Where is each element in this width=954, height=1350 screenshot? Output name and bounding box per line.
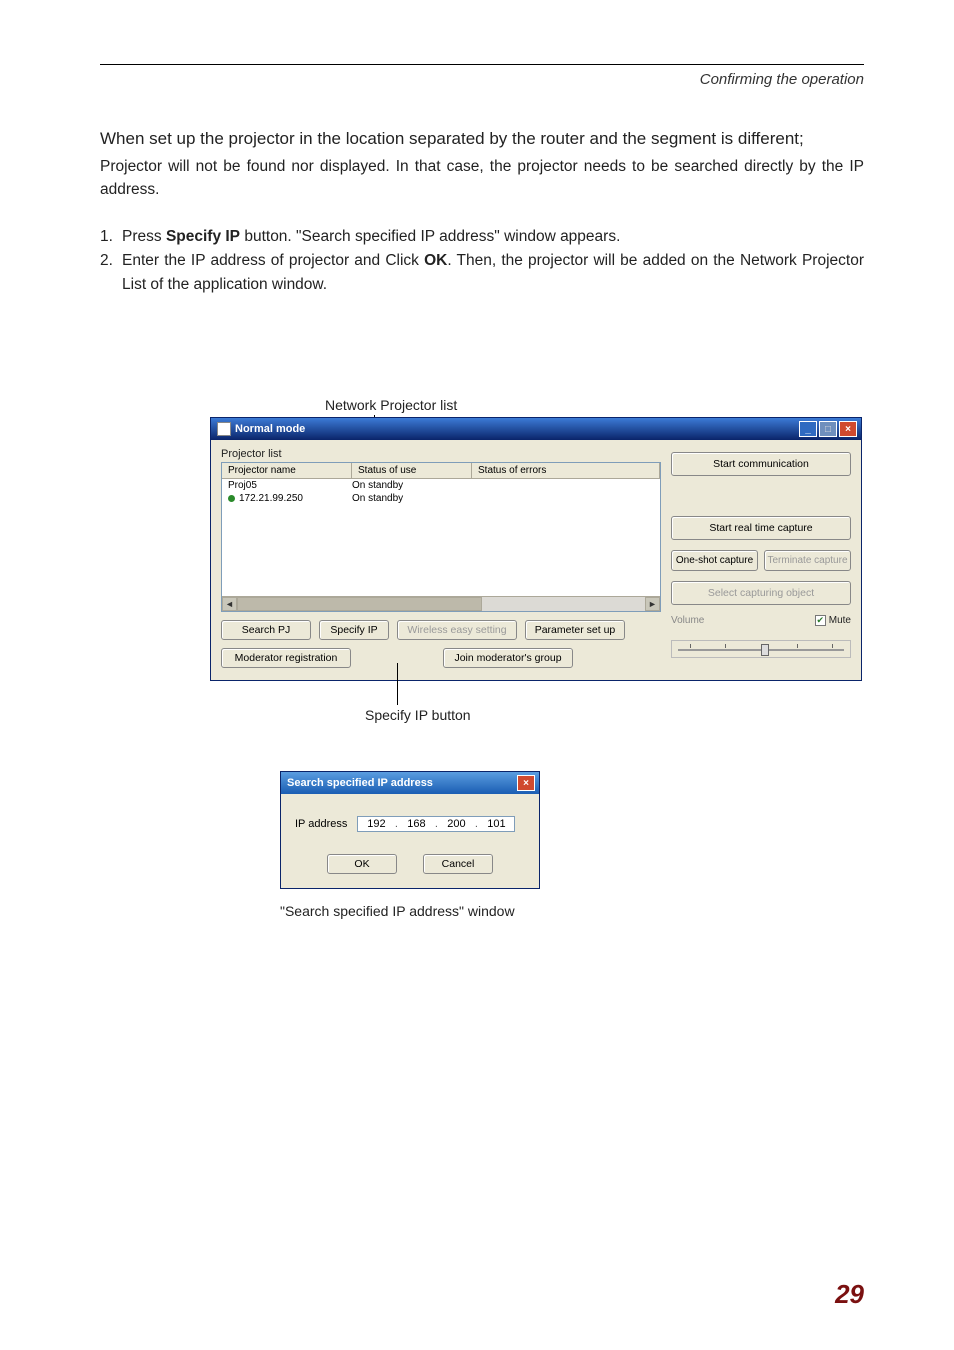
checkbox-icon: ✔ <box>815 615 826 626</box>
select-capturing-object-button[interactable]: Select capturing object <box>671 581 851 605</box>
start-communication-button[interactable]: Start communication <box>671 452 851 476</box>
ip-address-label: IP address <box>295 818 347 830</box>
search-ip-dialog: Search specified IP address × IP address… <box>280 771 540 889</box>
step-number: 2. <box>100 249 122 297</box>
scroll-right-arrow[interactable]: ► <box>645 597 660 611</box>
start-realtime-capture-button[interactable]: Start real time capture <box>671 516 851 540</box>
dialog-close-button[interactable]: × <box>517 775 535 791</box>
parameter-setup-button[interactable]: Parameter set up <box>525 620 625 640</box>
row-status-use: On standby <box>352 493 472 504</box>
slider-handle[interactable] <box>761 644 769 656</box>
row-status-err <box>472 480 660 491</box>
listview-header[interactable]: Projector name Status of use Status of e… <box>222 463 660 479</box>
status-dot-icon <box>228 495 235 502</box>
list-item[interactable]: Proj05 On standby <box>222 479 660 492</box>
maximize-button[interactable]: □ <box>819 421 837 437</box>
col-status-use[interactable]: Status of use <box>352 463 472 478</box>
window-title: Normal mode <box>235 423 305 435</box>
row-name: 172.21.99.250 <box>239 493 303 504</box>
search-pj-button[interactable]: Search PJ <box>221 620 311 640</box>
step-bold: OK <box>424 252 447 269</box>
volume-slider[interactable] <box>671 640 851 658</box>
volume-label: Volume <box>671 615 704 626</box>
ip-octet-2[interactable]: 168 <box>400 818 432 830</box>
mute-checkbox[interactable]: ✔ Mute <box>815 615 851 626</box>
step-number: 1. <box>100 225 122 249</box>
section-heading: Confirming the operation <box>100 71 864 88</box>
row-status-use: On standby <box>352 480 472 491</box>
callout-label-specify-ip: Specify IP button <box>365 707 471 723</box>
scroll-left-arrow[interactable]: ◄ <box>222 597 237 611</box>
mute-label: Mute <box>829 615 851 626</box>
specify-ip-button[interactable]: Specify IP <box>319 620 389 640</box>
row-name: Proj05 <box>228 480 257 491</box>
moderator-registration-button[interactable]: Moderator registration <box>221 648 351 668</box>
dialog-caption: "Search specified IP address" window <box>280 903 864 919</box>
step-1: 1. Press Specify IP button. "Search spec… <box>100 225 864 249</box>
projector-listview[interactable]: Projector name Status of use Status of e… <box>221 462 661 612</box>
window-titlebar[interactable]: Normal mode _ □ × <box>211 418 861 440</box>
minimize-button[interactable]: _ <box>799 421 817 437</box>
projector-list-label: Projector list <box>221 448 661 460</box>
step-2: 2. Enter the IP address of projector and… <box>100 249 864 297</box>
body-paragraph: Projector will not be found nor displaye… <box>100 155 864 202</box>
normal-mode-window: Normal mode _ □ × Projector list Project… <box>210 417 862 681</box>
step-text: Enter the IP address of projector and Cl… <box>122 252 424 269</box>
col-status-errors[interactable]: Status of errors <box>472 463 660 478</box>
step-text: Press <box>122 228 166 245</box>
scroll-thumb[interactable] <box>237 597 482 611</box>
page-number: 29 <box>835 1279 864 1310</box>
callout-line <box>397 663 398 705</box>
col-projector-name[interactable]: Projector name <box>222 463 352 478</box>
cancel-button[interactable]: Cancel <box>423 854 493 874</box>
oneshot-capture-button[interactable]: One-shot capture <box>671 550 758 571</box>
ip-octet-4[interactable]: 101 <box>480 818 512 830</box>
ip-octet-3[interactable]: 200 <box>440 818 472 830</box>
row-status-err <box>472 493 660 504</box>
close-button[interactable]: × <box>839 421 857 437</box>
list-item[interactable]: 172.21.99.250 On standby <box>222 492 660 505</box>
lead-sentence: When set up the projector in the locatio… <box>100 128 864 151</box>
join-moderator-button[interactable]: Join moderator's group <box>443 648 573 668</box>
step-text: button. "Search specified IP address" wi… <box>240 228 620 245</box>
app-icon <box>217 422 231 436</box>
dialog-titlebar[interactable]: Search specified IP address × <box>281 772 539 794</box>
callout-label-network-list: Network Projector list <box>325 397 457 413</box>
wireless-easy-button[interactable]: Wireless easy setting <box>397 620 517 640</box>
dialog-title: Search specified IP address <box>287 777 433 789</box>
step-bold: Specify IP <box>166 228 240 245</box>
ip-octet-1[interactable]: 192 <box>360 818 392 830</box>
terminate-capture-button[interactable]: Terminate capture <box>764 550 851 571</box>
ok-button[interactable]: OK <box>327 854 397 874</box>
ip-address-field[interactable]: 192. 168. 200. 101 <box>357 816 515 832</box>
h-scrollbar[interactable]: ◄ ► <box>222 596 660 611</box>
